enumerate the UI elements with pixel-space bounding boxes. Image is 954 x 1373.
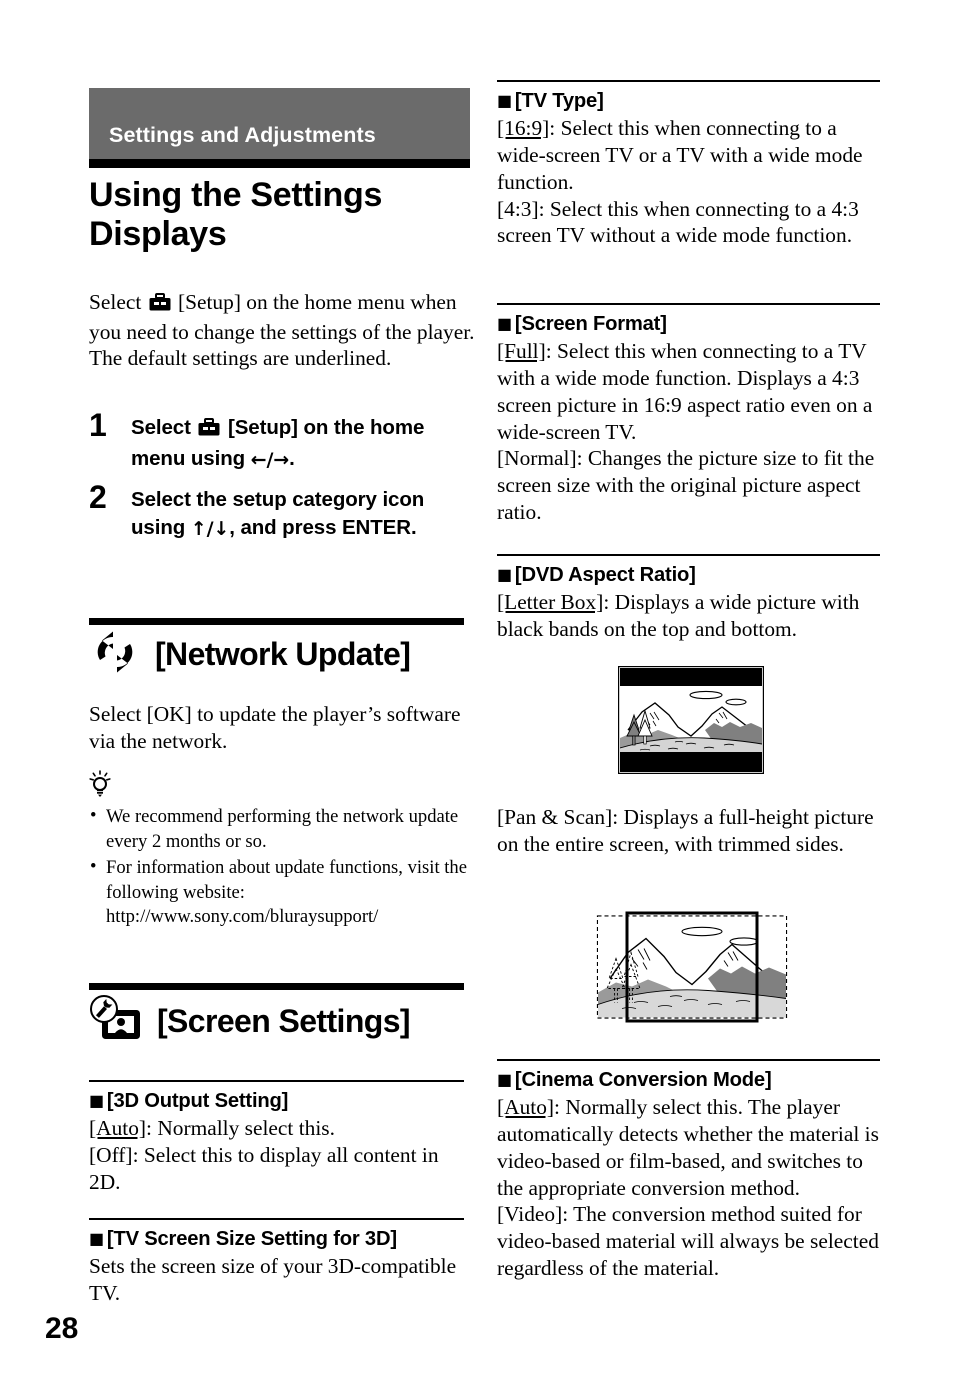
square-bullet-icon: ■ (497, 91, 512, 111)
subsection-title-text: [DVD Aspect Ratio] (514, 564, 696, 587)
subsection-body: [16:9]: Select this when connecting to a… (497, 115, 880, 249)
subsection-title: ■ [DVD Aspect Ratio] (497, 562, 880, 588)
square-bullet-icon: ■ (497, 565, 512, 585)
subsection-body: [Full]: Select this when connecting to a… (497, 338, 880, 526)
chapter-banner-label: Settings and Adjustments (109, 123, 376, 147)
option-label: [4:3] (497, 196, 539, 221)
step-2-number: 2 (89, 479, 107, 515)
section-screen-settings-title: [Screen Settings] (157, 1003, 411, 1039)
intro-line-2: The default settings are underlined. (89, 346, 392, 371)
option-text: : Select this to display all content in … (89, 1142, 439, 1194)
section-network-update-title: [Network Update] (155, 636, 411, 672)
subsection-rule (497, 303, 880, 306)
square-bullet-icon: ■ (497, 1070, 512, 1090)
network-update-icon (89, 630, 141, 679)
section-screen-settings-header: [Screen Settings] (89, 995, 472, 1048)
option-text: : Select this when connecting to a wide-… (497, 116, 863, 194)
step-1-text-before-icon: Select (131, 416, 197, 439)
subsection-title-text: [TV Screen Size Setting for 3D] (106, 1228, 397, 1251)
subsection-title-text: [Screen Format] (514, 313, 667, 336)
subsection-body: [Pan & Scan]: Displays a full-height pic… (497, 804, 880, 858)
subsection-title-text: [Cinema Conversion Mode] (514, 1069, 772, 1092)
square-bullet-icon: ■ (89, 1229, 104, 1249)
step-1: 1 Select [Setup] on the home menu using … (89, 409, 479, 474)
subsection-rule (497, 80, 880, 83)
subsection-title-text: [3D Output Setting] (106, 1090, 289, 1113)
subsection-title: ■ [TV Type] (497, 88, 880, 114)
subsection-3d-output-setting: ■ [3D Output Setting] [Auto]: Normally se… (89, 1080, 464, 1196)
step-1-number: 1 (89, 407, 107, 443)
subsection-title: ■ [Cinema Conversion Mode] (497, 1067, 880, 1093)
step-1-text: Select [Setup] on the home menu using ←/… (131, 414, 479, 474)
option-label: [Letter Box] (497, 590, 604, 615)
section-screen-settings: [Screen Settings] (89, 983, 472, 1048)
subsection-tv-screen-size-3d: ■ [TV Screen Size Setting for 3D] Sets th… (89, 1218, 464, 1307)
up-down-arrows-icon: ↑/↓ (190, 518, 230, 540)
page-title: Using the Settings Displays (89, 176, 383, 254)
steps-list: 1 Select [Setup] on the home menu using … (89, 409, 479, 555)
option-text: : Select this when connecting to a 4:3 s… (497, 196, 859, 248)
screen-settings-icon (89, 995, 143, 1048)
subsection-body: [Auto]: Normally select this. [Off]: Sel… (89, 1115, 464, 1195)
subsection-pan-and-scan-text: [Pan & Scan]: Displays a full-height pic… (497, 804, 880, 858)
page-number: 28 (45, 1312, 79, 1345)
toolbox-icon (198, 417, 220, 445)
option-label: [Auto] (497, 1095, 555, 1120)
subsection-title-text: [TV Type] (514, 90, 604, 113)
subsection-rule (89, 1218, 464, 1221)
tip-bulb-icon (89, 770, 472, 803)
option-text: : Normally select this. The player autom… (497, 1095, 879, 1200)
subsection-rule (497, 1059, 880, 1062)
option-label: [Full] (497, 339, 546, 364)
subsection-title: ■ [Screen Format] (497, 311, 880, 337)
option-text: : Select this when connecting to a TV wi… (497, 339, 873, 444)
square-bullet-icon: ■ (497, 314, 512, 334)
intro-text-before-icon: Select (89, 290, 147, 314)
section-rule (89, 983, 464, 990)
subsection-screen-format: ■ [Screen Format] [Full]: Select this whe… (497, 303, 880, 526)
subsection-rule (497, 554, 880, 557)
network-update-tip-list: We recommend performing the network upda… (89, 804, 472, 930)
option-label: [Pan & Scan] (497, 805, 613, 829)
subsection-rule (89, 1080, 464, 1083)
subsection-body: [Letter Box]: Displays a wide picture wi… (497, 589, 880, 643)
option-label: [Auto] (89, 1116, 147, 1141)
subsection-dvd-aspect-ratio: ■ [DVD Aspect Ratio] [Letter Box]: Displa… (497, 554, 880, 643)
chapter-banner-underline (89, 159, 470, 168)
option-label: [16:9] (497, 116, 550, 141)
section-rule (89, 618, 464, 625)
left-right-arrows-icon: ←/→ (250, 449, 290, 471)
subsection-title: ■ [TV Screen Size Setting for 3D] (89, 1226, 464, 1252)
step-1-text-end: . (289, 447, 295, 470)
list-item: For information about update functions, … (89, 855, 472, 930)
subsection-title: ■ [3D Output Setting] (89, 1088, 464, 1114)
step-2: 2 Select the setup category icon using ↑… (89, 481, 479, 543)
section-network-update: [Network Update] Select [OK] to update t… (89, 618, 472, 931)
subsection-cinema-conversion-mode: ■ [Cinema Conversion Mode] [Auto]: Normal… (497, 1059, 880, 1282)
section-network-update-header: [Network Update] (89, 630, 472, 679)
square-bullet-icon: ■ (89, 1091, 104, 1111)
letterbox-illustration (618, 666, 765, 779)
step-2-text: Select the setup category icon using ↑/↓… (131, 486, 479, 543)
toolbox-icon (149, 292, 171, 319)
pan-and-scan-illustration (596, 908, 788, 1031)
section-network-update-body: Select [OK] to update the player’s softw… (89, 702, 461, 753)
option-text: : Normally select this. (146, 1116, 335, 1141)
step-2-text-end: , and press ENTER. (229, 516, 417, 539)
subsection-body: Sets the screen size of your 3D-compatib… (89, 1254, 457, 1305)
option-label: [Normal] (497, 446, 577, 471)
chapter-banner: Settings and Adjustments (89, 88, 470, 159)
option-label: [Off] (89, 1142, 133, 1167)
list-item: We recommend performing the network upda… (89, 804, 472, 855)
intro-paragraph: Select [Setup] on the home menu when you… (89, 289, 477, 372)
subsection-body: [Auto]: Normally select this. The player… (497, 1094, 880, 1282)
subsection-tv-type: ■ [TV Type] [16:9]: Select this when conn… (497, 80, 880, 249)
manual-page: Settings and Adjustments Using the Setti… (0, 0, 954, 1373)
option-label: [Video] (497, 1202, 563, 1227)
